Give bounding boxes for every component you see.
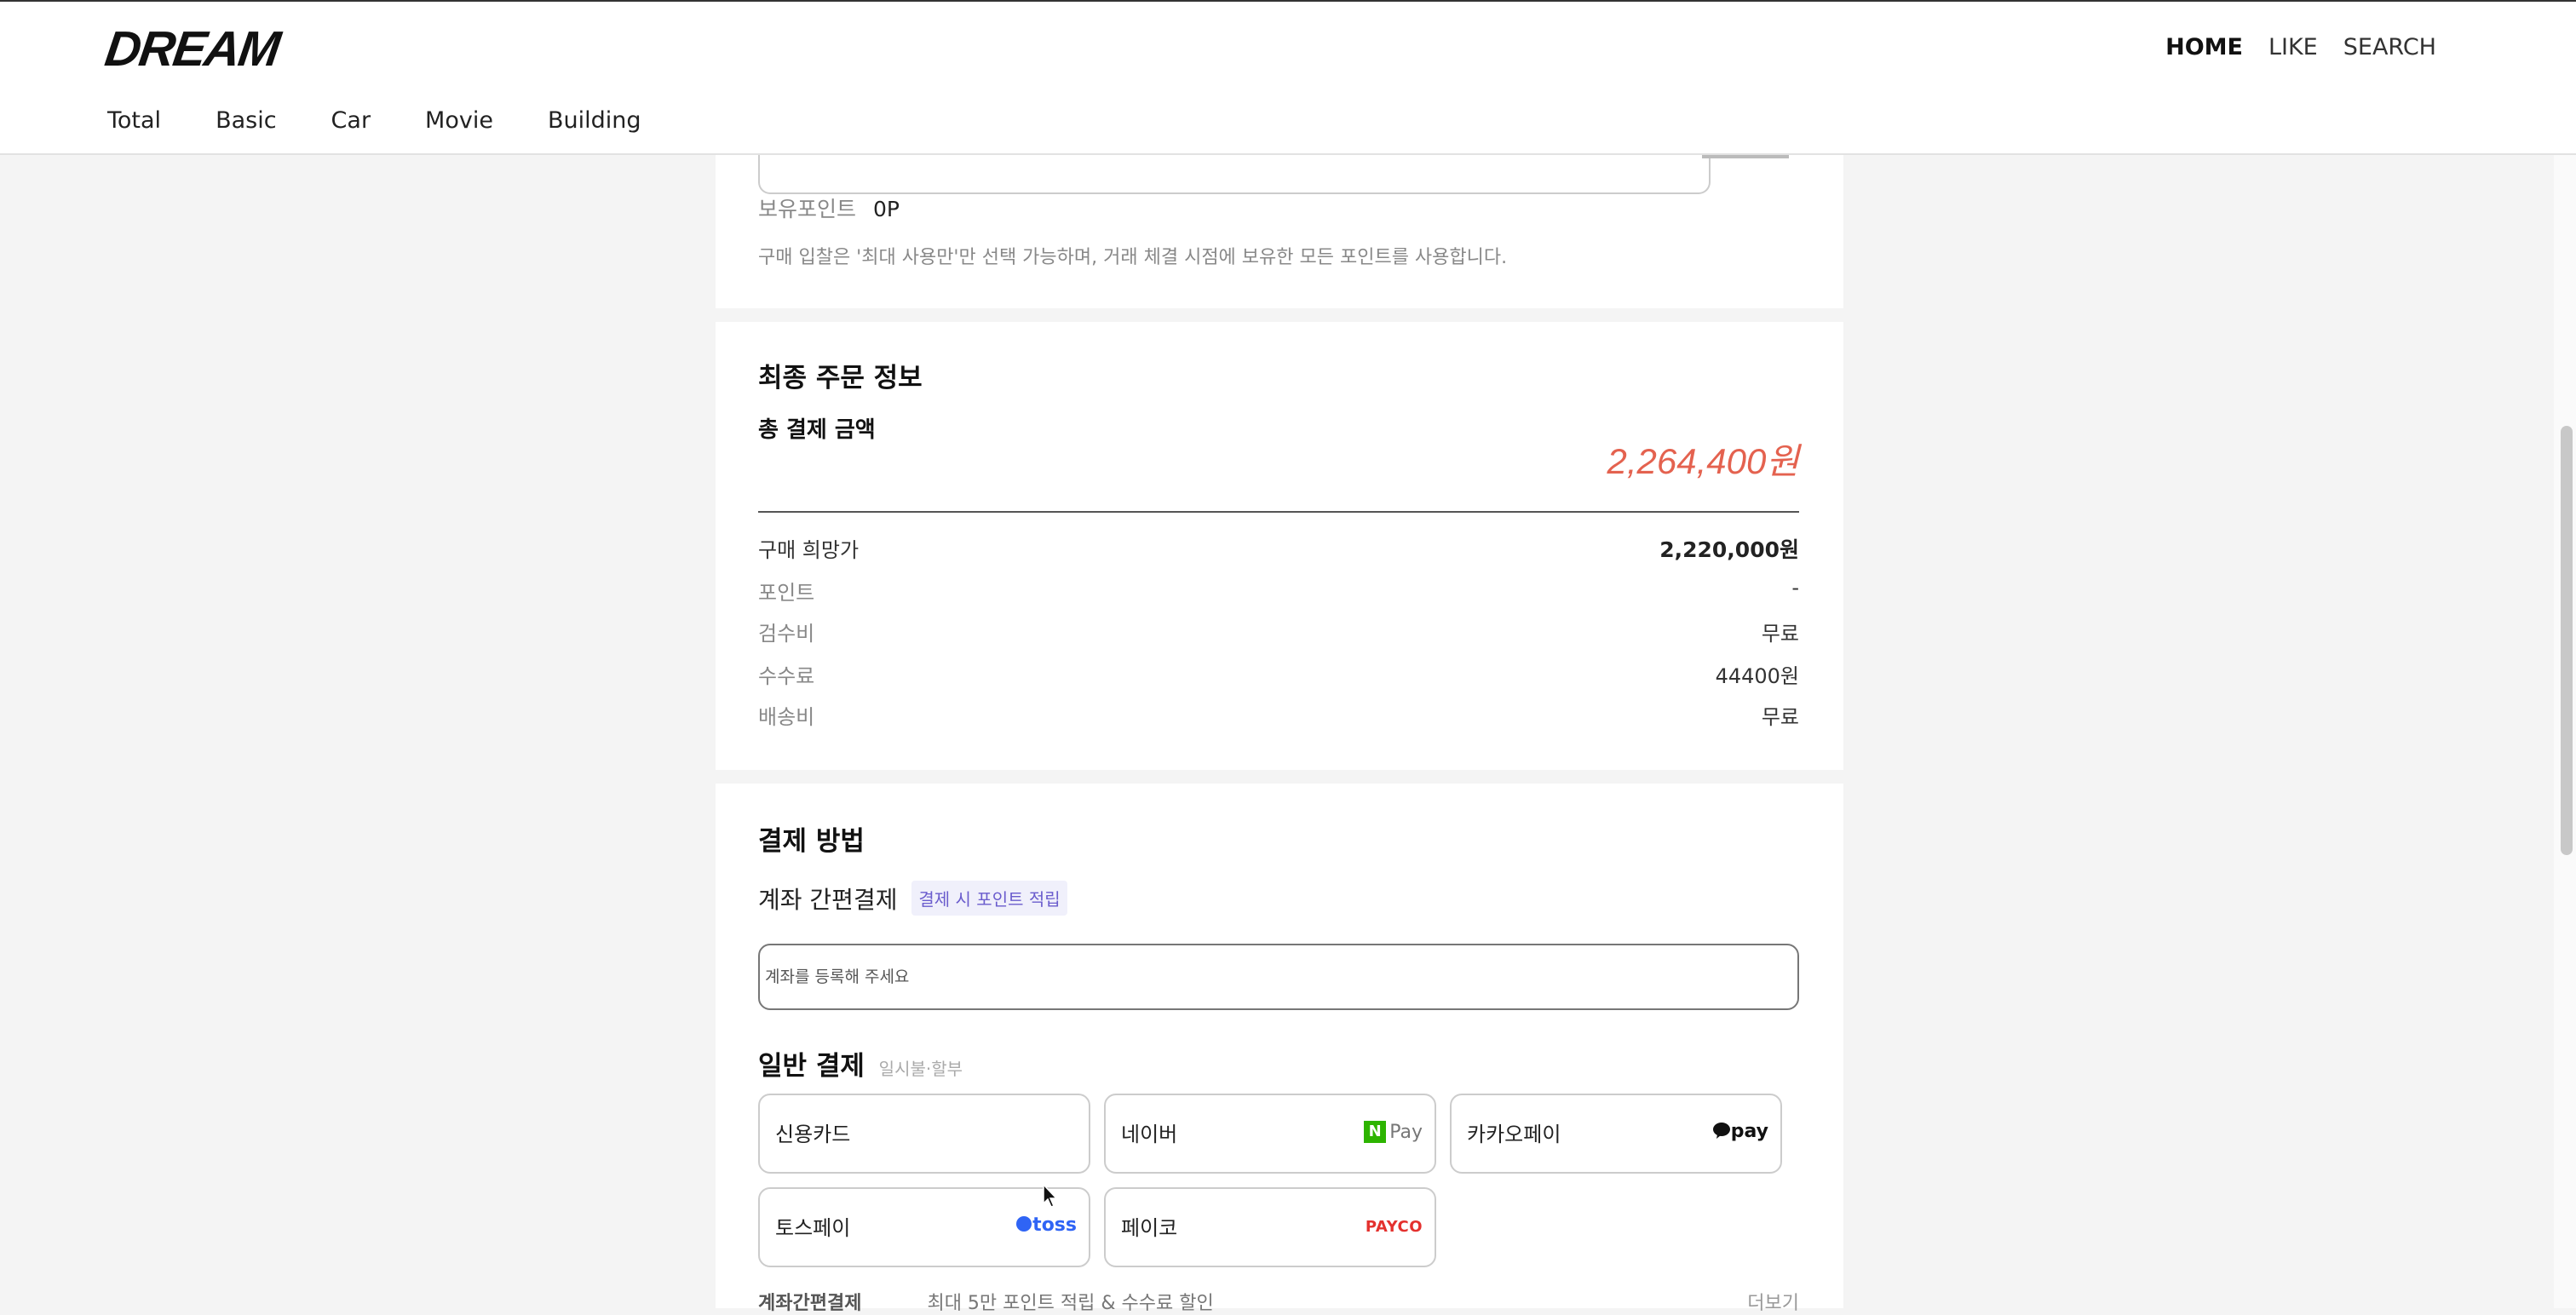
kakao-pay-text: pay [1730, 1121, 1768, 1142]
general-payment-label: 일반 결제 [758, 1051, 865, 1082]
summary-row-label: 수수료 [758, 664, 815, 688]
kakao-pay-logo: pay [1712, 1121, 1768, 1142]
summary-row-label: 배송비 [758, 705, 815, 729]
toss-logo-text: toss [1032, 1215, 1077, 1236]
general-payment-title: 일반 결제 일시불·할부 [758, 1044, 963, 1082]
category-total[interactable]: Total [107, 107, 161, 134]
account-pay-promo-row: 계좌간편결제 최대 5만 포인트 적립 & 수수료 할인 더보기 [758, 1288, 1799, 1315]
account-pay-title: 계좌 간편결제 결제 시 포인트 적립 [758, 881, 1067, 916]
summary-row-value: - [1791, 576, 1799, 600]
promo-label: 계좌간편결제 [758, 1293, 862, 1314]
category-movie[interactable]: Movie [425, 107, 493, 134]
total-payment-amount: 2,264,400원 [1607, 441, 1800, 481]
register-account-field[interactable]: 계좌를 등록해 주세요 [758, 944, 1799, 1010]
category-car[interactable]: Car [331, 107, 371, 134]
category-building[interactable]: Building [548, 107, 641, 134]
summary-row-label: 구매 희망가 [758, 538, 860, 562]
speech-bubble-icon [1712, 1123, 1730, 1139]
payment-method-title: 결제 방법 [758, 826, 865, 857]
promo-description: 최대 5만 포인트 적립 & 수수료 할인 [927, 1293, 1214, 1314]
order-summary-section: 최종 주문 정보 총 결제 금액 2,264,400원 구매 희망가 2,220… [716, 322, 1843, 770]
pay-method-name: 페이코 [1121, 1216, 1178, 1240]
category-nav: Total Basic Car Movie Building [107, 107, 641, 134]
pay-kakao-button[interactable]: 카카오페이 pay [1450, 1094, 1782, 1174]
payco-logo: PAYCO [1365, 1218, 1423, 1236]
owned-points: 보유포인트 0P [758, 192, 900, 223]
dream-logo[interactable]: DREAM [101, 20, 282, 78]
summary-row-value: 2,220,000원 [1659, 537, 1799, 562]
summary-row-value: 무료 [1761, 705, 1799, 729]
nav-search[interactable]: SEARCH [2343, 34, 2436, 60]
pay-toss-button[interactable]: 토스페이 toss [758, 1187, 1090, 1267]
pay-method-name: 토스페이 [775, 1216, 851, 1240]
pay-naver-button[interactable]: 네이버 N Pay [1104, 1094, 1436, 1174]
pay-method-name: 카카오페이 [1467, 1123, 1561, 1146]
toss-logo: toss [1015, 1215, 1077, 1236]
pay-credit-card-button[interactable]: 신용카드 [758, 1094, 1090, 1174]
page-scrollbar[interactable] [2554, 0, 2576, 1308]
naver-pay-logo: N Pay [1364, 1121, 1423, 1143]
owned-points-label: 보유포인트 [758, 197, 857, 221]
owned-points-value: 0P [872, 197, 900, 221]
pay-method-name: 네이버 [1121, 1123, 1178, 1146]
top-nav: HOME LIKE SEARCH [2165, 34, 2436, 60]
nav-home[interactable]: HOME [2165, 34, 2243, 60]
summary-divider [758, 511, 1799, 513]
points-input[interactable] [758, 152, 1711, 194]
site-header: DREAM HOME LIKE SEARCH Total Basic Car M… [0, 0, 2576, 155]
scrollbar-thumb[interactable] [2561, 426, 2573, 855]
naver-pay-text: Pay [1389, 1121, 1423, 1143]
summary-row-value: 44400원 [1715, 664, 1799, 688]
promo-more-link[interactable]: 더보기 [1747, 1288, 1799, 1315]
total-payment-label: 총 결제 금액 [758, 417, 876, 443]
naver-n-icon: N [1364, 1121, 1387, 1143]
payment-method-section: 결제 방법 계좌 간편결제 결제 시 포인트 적립 계좌를 등록해 주세요 일반… [716, 784, 1843, 1314]
point-reward-badge: 결제 시 포인트 적립 [911, 881, 1067, 916]
nav-like[interactable]: LIKE [2268, 34, 2318, 60]
pay-payco-button[interactable]: 페이코 PAYCO [1104, 1187, 1436, 1267]
points-section: 보유포인트 0P 구매 입찰은 '최대 사용만'만 선택 가능하며, 거래 체결… [716, 152, 1843, 308]
pay-method-name: 신용카드 [775, 1123, 851, 1146]
account-pay-label: 계좌 간편결제 [758, 886, 898, 914]
summary-row-label: 검수비 [758, 622, 815, 646]
order-summary-title: 최종 주문 정보 [758, 363, 923, 393]
general-payment-subtitle: 일시불·할부 [878, 1059, 963, 1079]
toss-drop-icon [1016, 1216, 1032, 1232]
summary-row-label: 포인트 [758, 581, 815, 605]
summary-row-value: 무료 [1761, 622, 1799, 646]
points-note: 구매 입찰은 '최대 사용만'만 선택 가능하며, 거래 체결 시점에 보유한 … [758, 247, 1508, 268]
points-apply-button[interactable] [1702, 155, 1789, 158]
category-basic[interactable]: Basic [216, 107, 276, 134]
